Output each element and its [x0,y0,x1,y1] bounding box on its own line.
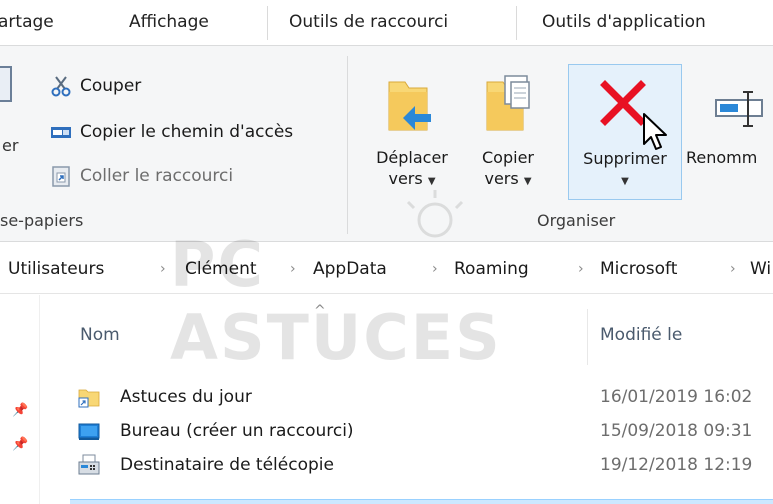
breadcrumb-item[interactable]: Utilisateurs [8,244,104,294]
copy-to-dropdown: vers ▼ [469,169,547,191]
paste-shortcut-button[interactable]: Coller le raccourci [50,162,233,190]
tab-shortcut-tools[interactable]: Outils de raccourci [289,0,448,45]
chevron-down-icon: ▼ [427,176,436,187]
desktop-icon [78,423,100,440]
chevron-down-icon: ▼ [523,176,532,187]
fax-icon [78,454,100,475]
copy-to-button[interactable]: Copier vers ▼ [469,60,547,200]
breadcrumb-chevron-icon[interactable]: › [160,244,166,294]
move-to-icon [388,81,431,131]
pin-icon: 📌 [12,437,29,452]
breadcrumb-chevron-icon[interactable]: › [290,244,296,294]
breadcrumb-chevron-icon[interactable]: › [432,244,438,294]
copy-path-button[interactable]: Copier le chemin d'accès [50,118,293,146]
file-row[interactable]: Astuces du jour 16/01/2019 16:02 [70,380,773,414]
move-to-dropdown: vers ▼ [367,169,457,191]
file-date: 15/09/2018 09:31 [600,421,753,441]
breadcrumb-item[interactable]: Wi [750,244,771,294]
delete-dropdown: ▼ [569,169,681,191]
file-name: Destinataire de télécopie [120,455,334,475]
file-date: 19/12/2018 12:19 [600,455,753,475]
tab-application-tools[interactable]: Outils d'application [542,0,706,45]
copy-path-label: Copier le chemin d'accès [80,122,294,142]
paste-shortcut-label: Coller le raccourci [80,166,234,186]
pin-icon: 📌 [12,403,29,418]
file-list: ^ Nom Modifié le 📌 📌 Astuces du jour 16/… [0,295,773,504]
move-to-button[interactable]: Déplacer vers ▼ [367,60,457,200]
mouse-cursor-icon [643,113,667,150]
ribbon: er Couper Copier le chemin d'accès Colle… [0,45,773,242]
navigation-pane [0,295,40,504]
folder-shortcut-icon [78,389,100,408]
paste-shortcut-icon [50,165,72,187]
cut-label: Couper [80,76,142,96]
column-divider[interactable] [587,309,588,365]
file-row[interactable]: Destinataire de télécopie 19/12/2018 12:… [70,448,773,482]
tab-divider [516,6,517,40]
breadcrumb-item[interactable]: AppData [313,244,387,294]
scissors-icon [50,75,72,97]
sort-arrow-icon: ^ [314,303,326,319]
rename-button[interactable]: Renomm [686,60,773,200]
move-to-label-line2: vers [388,169,423,188]
file-name: Astuces du jour [120,387,252,407]
copy-path-icon [50,121,72,143]
breadcrumb-item[interactable]: Clément [185,244,257,294]
tab-partage[interactable]: artage [0,0,54,45]
file-name: Bureau (créer un raccourci) [120,421,354,441]
delete-x-icon [600,80,646,126]
selected-row[interactable] [70,499,773,504]
copy-to-label-line1: Copier [482,148,534,167]
file-date: 16/01/2019 16:02 [600,387,753,407]
move-to-label-line1: Déplacer [376,148,448,167]
column-header-name[interactable]: Nom [80,325,120,345]
paste-icon[interactable] [0,66,12,102]
clipboard-group-label: se-papiers [0,211,84,230]
ribbon-tabs: artage Affichage Outils de raccourci Out… [0,0,773,45]
address-bar[interactable]: Utilisateurs › Clément › AppData › Roami… [0,244,773,294]
tab-affichage[interactable]: Affichage [129,0,209,45]
copy-to-label-line2: vers [484,169,519,188]
breadcrumb-chevron-icon[interactable]: › [578,244,584,294]
breadcrumb-item[interactable]: Microsoft [600,244,677,294]
breadcrumb-chevron-icon[interactable]: › [730,244,736,294]
column-header-modified[interactable]: Modifié le [600,325,682,345]
copy-to-icon [486,75,530,131]
file-row[interactable]: Bureau (créer un raccourci) 15/09/2018 0… [70,414,773,448]
partial-button-label: er [2,136,19,155]
rename-label: Renomm [686,148,758,167]
cut-button[interactable]: Couper [50,72,141,100]
organise-group-label: Organiser [537,211,616,230]
breadcrumb-item[interactable]: Roaming [454,244,529,294]
tab-divider [267,6,268,40]
chevron-down-icon: ▼ [621,176,629,187]
rename-icon [715,91,763,127]
group-divider [347,56,348,234]
